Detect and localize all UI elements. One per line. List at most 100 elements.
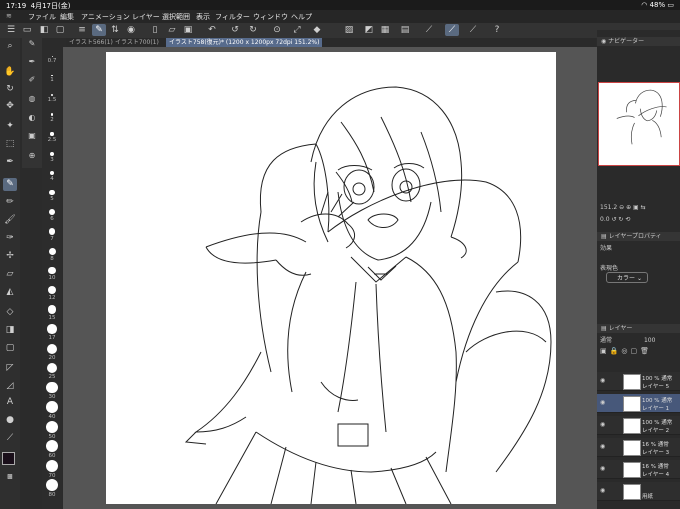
brush-size-dot[interactable] <box>46 479 58 491</box>
brush-size-dot[interactable] <box>46 401 58 413</box>
brush-size-dot[interactable] <box>46 440 58 452</box>
zoom-tool-icon[interactable]: ⌕ <box>3 40 17 53</box>
stepper-icon[interactable]: ⇅ <box>108 24 122 36</box>
subtool-turnip-icon[interactable]: ◍ <box>26 93 38 105</box>
angle-value[interactable]: 0.0 <box>600 216 610 223</box>
eye-icon[interactable]: ◉ <box>600 465 605 472</box>
clear-icon[interactable]: ▨ <box>342 24 356 36</box>
blend-mode-select[interactable]: 通常 <box>600 337 612 344</box>
layer-row[interactable]: ◉ 100 % 通常 レイヤー 5 <box>597 372 680 391</box>
layer-row[interactable]: ◉ 100 % 通常 レイヤー 2 <box>597 416 680 435</box>
pen-tool-icon[interactable]: ✎ <box>3 178 17 191</box>
open-file-icon[interactable]: ▱ <box>165 24 179 36</box>
subtool-pen-icon[interactable]: ✎ <box>26 38 38 50</box>
tab-illust-566[interactable]: イラスト566(1) <box>66 38 116 47</box>
clip-icon[interactable]: ▣ <box>600 347 610 355</box>
navigator-thumbnail[interactable] <box>598 82 680 166</box>
brush-size-dot[interactable] <box>48 228 56 235</box>
figure-tool-icon[interactable]: ▢ <box>3 342 17 355</box>
new-file-icon[interactable]: ▯ <box>148 24 162 36</box>
new-layer-icon[interactable]: ▢ <box>630 347 640 355</box>
layer-row[interactable]: ◉ 16 % 通常 レイヤー 4 <box>597 460 680 479</box>
brush-size-dot[interactable] <box>49 209 55 215</box>
fill-tool-icon[interactable]: ◇ <box>3 306 17 319</box>
stroke-snap-icon[interactable]: ⟋ <box>445 24 459 36</box>
brush-size-dot[interactable] <box>47 285 57 295</box>
fill-icon[interactable]: ◆ <box>310 24 324 36</box>
brush-size-dot[interactable] <box>49 170 55 176</box>
layer-property-header[interactable]: ▤ レイヤープロパティ <box>597 232 680 241</box>
layer-row[interactable]: ◉ 100 % 通常 レイヤー 1 <box>597 394 680 413</box>
subtool-gpen-icon[interactable]: ✒ <box>26 56 38 68</box>
brush-size-dot[interactable] <box>47 343 57 354</box>
app-logo-icon[interactable]: ≋ <box>6 12 12 20</box>
menu-view[interactable]: 表示 <box>196 12 210 22</box>
eye-icon[interactable]: ◉ <box>600 421 605 428</box>
brush-size-dot[interactable] <box>48 247 56 255</box>
menu-layer[interactable]: レイヤー <box>132 12 160 22</box>
eraser-tool-icon[interactable]: ▱ <box>3 268 17 281</box>
eye-icon[interactable]: ◉ <box>600 443 605 450</box>
save-icon[interactable]: ▣ <box>181 24 195 36</box>
zoom-in-icon[interactable]: ⊕ <box>626 204 631 211</box>
brush-size-dot[interactable] <box>50 151 54 156</box>
blend-tool-icon[interactable]: ◭ <box>3 286 17 299</box>
reset-rotation-icon[interactable]: ⟲ <box>625 216 630 223</box>
lock-icon[interactable]: 🔒 <box>610 347 622 355</box>
decoration-tool-icon[interactable]: ✢ <box>3 250 17 263</box>
menu-toggle-icon[interactable]: ☰ <box>4 24 18 36</box>
layer-row[interactable]: ◉ 16 % 通常 レイヤー 3 <box>597 438 680 457</box>
brush-size-dot[interactable] <box>50 132 54 136</box>
menu-selection[interactable]: 選択範囲 <box>162 12 190 22</box>
transparent-color-icon[interactable]: ▩ <box>3 470 17 483</box>
brush-size-dot[interactable] <box>46 362 58 374</box>
brush-size-dot[interactable] <box>46 420 58 433</box>
brush-size-dot[interactable] <box>48 266 56 275</box>
eye-icon[interactable]: ◉ <box>600 377 605 384</box>
subtool-solid-icon[interactable]: ▣ <box>26 130 38 142</box>
eye-icon[interactable]: ◉ <box>600 487 605 494</box>
move-tool-icon[interactable]: ✥ <box>3 100 17 113</box>
eye-icon[interactable]: ◉ <box>600 399 605 406</box>
subtool-calligraphy-icon[interactable]: ◐ <box>26 112 38 124</box>
brush-size-dot[interactable] <box>46 381 58 394</box>
rotate-right-icon[interactable]: ↻ <box>618 216 623 223</box>
undo-icon[interactable]: ↶ <box>205 24 219 36</box>
eyedropper-tool-icon[interactable]: ✒ <box>3 156 17 169</box>
subtool-marker-icon[interactable]: ✐ <box>26 74 38 86</box>
drawing-canvas[interactable] <box>106 52 556 504</box>
menu-file[interactable]: ファイル <box>28 12 56 22</box>
zoom-value[interactable]: 151.2 <box>600 204 617 211</box>
flip-icon[interactable]: ⇆ <box>641 204 646 211</box>
text-tool-icon[interactable]: A <box>3 396 17 409</box>
hide-panel-icon[interactable]: ◧ <box>37 24 51 36</box>
select-all-icon[interactable]: ▤ <box>398 24 412 36</box>
pen-mode-icon[interactable]: ✎ <box>92 24 106 36</box>
camera-icon[interactable]: ◉ <box>124 24 138 36</box>
panel-toggle-icon[interactable]: ▭ <box>20 24 34 36</box>
perspective-icon[interactable]: ⟋ <box>466 24 480 36</box>
brush-size-dot[interactable] <box>47 305 57 314</box>
brush-size-dot[interactable] <box>50 93 54 97</box>
marquee-tool-icon[interactable]: ⬚ <box>3 138 17 151</box>
brush-size-dot[interactable] <box>46 459 58 472</box>
zoom-out-icon[interactable]: ⊖ <box>619 204 624 211</box>
menu-filter[interactable]: フィルター <box>215 12 250 22</box>
menu-help[interactable]: ヘルプ <box>291 12 312 22</box>
brush-size-dot[interactable] <box>51 55 53 57</box>
menu-edit[interactable]: 編集 <box>60 12 74 22</box>
rotate-left-icon[interactable]: ↺ <box>611 216 616 223</box>
expression-color-select[interactable]: カラー ⌄ <box>606 272 648 283</box>
layer-row[interactable]: ◉ 用紙 <box>597 482 680 501</box>
brush-size-dot[interactable] <box>51 74 53 77</box>
brush-size-dot[interactable] <box>50 113 54 116</box>
display-icon[interactable]: ▢ <box>53 24 67 36</box>
correct-line-tool-icon[interactable]: ⟋ <box>3 432 17 445</box>
fit-icon[interactable]: ▣ <box>633 204 639 211</box>
menu-window[interactable]: ウィンドウ <box>253 12 288 22</box>
hand-tool-icon[interactable]: ✋ <box>3 66 17 79</box>
list-icon[interactable]: ≡ <box>75 24 89 36</box>
menu-animation[interactable]: アニメーション <box>81 12 130 22</box>
selection-icon[interactable]: ⊙ <box>270 24 284 36</box>
rotate-tool-icon[interactable]: ↻ <box>3 83 17 96</box>
